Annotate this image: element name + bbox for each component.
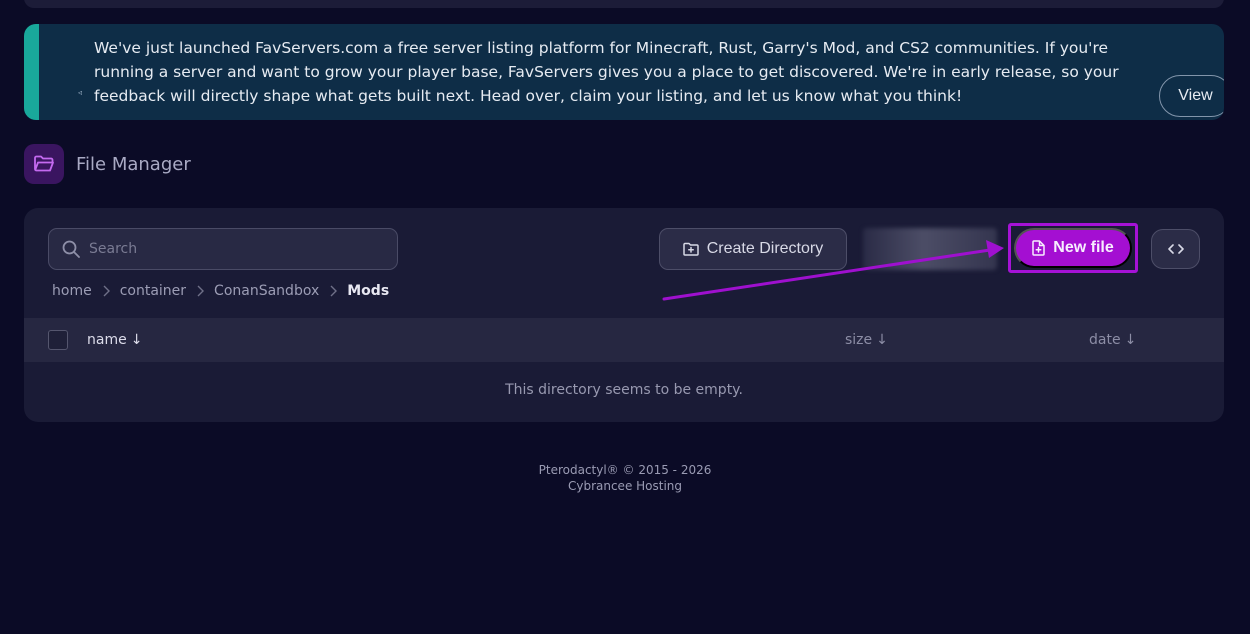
breadcrumb-item[interactable]: container [120, 283, 186, 299]
top-card-edge [24, 0, 1224, 8]
create-directory-button[interactable]: Create Directory [659, 228, 847, 270]
new-file-label: New file [1053, 239, 1114, 256]
breadcrumb-current: Mods [347, 283, 390, 299]
column-size-label: size [845, 332, 873, 348]
empty-directory-message: This directory seems to be empty. [505, 382, 743, 398]
announcement-text: We've just launched FavServers.com a fre… [94, 39, 1119, 105]
announcement-banner: ◃ We've just launched FavServers.com a f… [24, 24, 1224, 120]
code-icon [1167, 244, 1184, 254]
create-directory-label: Create Directory [706, 240, 824, 257]
search-icon [62, 240, 80, 258]
sort-arrow-icon: ↓ [130, 332, 143, 348]
column-name-label: name [87, 332, 127, 348]
column-name[interactable]: name ↓ [87, 332, 142, 348]
footer: Pterodactyl® © 2015 - 2026 Cybrancee Hos… [0, 462, 1250, 494]
select-all-checkbox[interactable] [48, 330, 68, 350]
sort-arrow-icon: ↓ [876, 332, 888, 348]
blurred-button [863, 228, 997, 270]
chevron-right-icon [103, 285, 110, 297]
megaphone-icon: ◃ [78, 88, 83, 97]
folder-plus-icon [683, 242, 699, 256]
search-box[interactable] [48, 228, 398, 270]
code-button[interactable] [1151, 229, 1200, 269]
table-header: name ↓ size ↓ date ↓ [24, 318, 1224, 362]
footer-copyright: Pterodactyl® © 2015 - 2026 [538, 463, 712, 477]
page-title: File Manager [76, 153, 191, 175]
chevron-right-icon [197, 285, 205, 297]
chevron-right-icon [330, 285, 338, 297]
breadcrumb-item[interactable]: home [52, 283, 92, 299]
column-size[interactable]: size ↓ [845, 332, 888, 348]
footer-host[interactable]: Cybrancee Hosting [0, 478, 1250, 494]
file-manager-panel: Create Directory New file home container… [24, 208, 1224, 422]
sort-arrow-icon: ↓ [1124, 332, 1137, 348]
column-date-label: date [1089, 332, 1121, 348]
file-manager-header: File Manager [24, 144, 191, 184]
search-input[interactable] [89, 241, 379, 257]
folder-open-icon [24, 144, 64, 184]
new-file-button[interactable]: New file [1014, 228, 1132, 268]
view-button[interactable]: View [1159, 75, 1224, 117]
column-date[interactable]: date ↓ [1089, 332, 1136, 348]
file-plus-icon [1032, 240, 1046, 256]
announcement-accent-bar [24, 24, 39, 120]
page: ◃ We've just launched FavServers.com a f… [0, 0, 1250, 634]
breadcrumb-item[interactable]: ConanSandbox [214, 283, 319, 299]
breadcrumb: home container ConanSandbox Mods [52, 281, 389, 301]
